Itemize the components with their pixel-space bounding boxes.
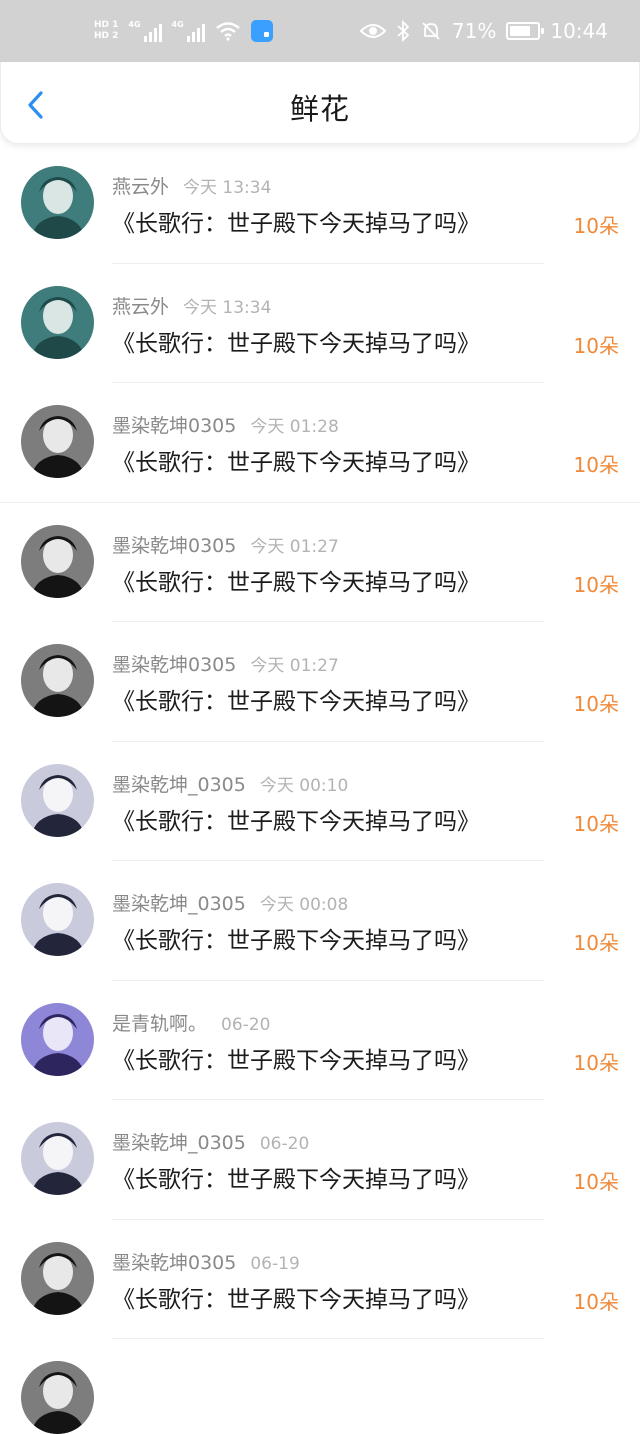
flower-amount: 10朵: [573, 214, 619, 238]
flower-amount: 10朵: [573, 811, 619, 836]
gift-row[interactable]: 是青轨啊。 06-20 《长歌行：世子殿下今天掉马了吗》 10朵: [0, 981, 640, 1100]
battery-percent: 71%: [451, 19, 497, 43]
book-title: 《长歌行：世子殿下今天掉马了吗》: [112, 1047, 480, 1074]
book-title: 《长歌行：世子殿下今天掉马了吗》: [112, 330, 480, 357]
gift-row[interactable]: 墨染乾坤0305 今天 01:28 《长歌行：世子殿下今天掉马了吗》 10朵: [0, 383, 640, 503]
flower-amount: 10朵: [573, 692, 619, 716]
gift-time: 今天 00:08: [259, 895, 349, 915]
avatar[interactable]: [21, 1241, 94, 1315]
page-title: 鲜花: [289, 92, 350, 126]
username: 燕云外 今天 13:34: [112, 172, 271, 199]
avatar[interactable]: [21, 285, 94, 359]
book-title: 《长歌行：世子殿下今天掉马了吗》: [112, 928, 480, 954]
username: 墨染乾坤_0305 今天 00:10: [112, 770, 348, 797]
book-title: 《长歌行：世子殿下今天掉马了吗》: [112, 569, 480, 596]
flower-amount: 10朵: [573, 931, 619, 955]
book-title: 《长歌行：世子殿下今天掉马了吗》: [112, 1286, 480, 1313]
hd1-label: HD 1: [94, 20, 119, 30]
hd2-label: HD 2: [94, 31, 119, 41]
gift-list: 燕云外 今天 13:34 《长歌行：世子殿下今天掉马了吗》 10朵 燕云外 今天 13:3…: [0, 144, 640, 1434]
status-right: 71% 10:44: [359, 19, 608, 43]
username-text: 墨染乾坤_0305: [112, 773, 246, 796]
flower-amount: 10朵: [573, 1050, 619, 1075]
net1-label: 4G: [128, 20, 141, 29]
username-text: 墨染乾坤0305: [112, 415, 237, 437]
book-title: 《长歌行：世子殿下今天掉马了吗》: [112, 689, 480, 715]
avatar[interactable]: [21, 883, 94, 956]
nav-bar: 鲜花: [0, 62, 640, 144]
gift-row-partial[interactable]: [0, 1339, 640, 1434]
gift-time: 今天 01:27: [250, 536, 339, 557]
avatar[interactable]: [21, 524, 94, 598]
net2-label: 4G: [171, 20, 184, 29]
mute-bell-icon: [422, 22, 440, 40]
flower-amount: 10朵: [573, 453, 619, 477]
gift-time: 06-19: [250, 1253, 300, 1274]
avatar[interactable]: [21, 1122, 94, 1195]
username: 墨染乾坤_0305 06-20: [112, 1128, 309, 1155]
signal-icon: 4G: [128, 20, 162, 42]
gift-row[interactable]: 燕云外 今天 13:34 《长歌行：世子殿下今天掉马了吗》 10朵: [0, 144, 640, 264]
gift-time: 今天 01:27: [250, 656, 339, 676]
gift-row[interactable]: 墨染乾坤0305 06-19 《长歌行：世子殿下今天掉马了吗》 10朵: [0, 1220, 640, 1339]
flower-amount: 10朵: [573, 1289, 619, 1314]
battery-icon: [506, 22, 545, 40]
book-title: 《长歌行：世子殿下今天掉马了吗》: [112, 1167, 480, 1193]
hd-indicator: HD 1 HD 2: [94, 20, 118, 42]
status-left: HD 1 HD 2 4G 4G: [94, 20, 273, 42]
flower-amount: 10朵: [573, 572, 619, 597]
gift-row[interactable]: 墨染乾坤_0305 06-20 《长歌行：世子殿下今天掉马了吗》 10朵: [0, 1100, 640, 1220]
signal-icon-2: 4G: [172, 20, 205, 42]
gift-row[interactable]: 墨染乾坤_0305 今天 00:10 《长歌行：世子殿下今天掉马了吗》 10朵: [0, 742, 640, 861]
book-title: 《长歌行：世子殿下今天掉马了吗》: [112, 211, 480, 237]
avatar[interactable]: [21, 166, 94, 239]
avatar[interactable]: [21, 644, 94, 717]
flower-amount: 10朵: [573, 1170, 619, 1194]
gift-time: 今天 13:34: [183, 297, 272, 318]
username: 墨染乾坤0305 今天 01:27: [112, 531, 339, 558]
gift-time: 今天 01:28: [250, 417, 339, 437]
avatar[interactable]: [21, 405, 94, 478]
gift-row[interactable]: 墨染乾坤0305 今天 01:27 《长歌行：世子殿下今天掉马了吗》 10朵: [0, 622, 640, 742]
clock: 10:44: [550, 19, 608, 43]
gift-row[interactable]: 燕云外 今天 13:34 《长歌行：世子殿下今天掉马了吗》 10朵: [0, 264, 640, 383]
username: 墨染乾坤0305 06-19: [112, 1248, 300, 1275]
app-notification-icon: [250, 20, 273, 42]
avatar[interactable]: [21, 1361, 94, 1434]
gift-row[interactable]: 墨染乾坤_0305 今天 00:08 《长歌行：世子殿下今天掉马了吗》 10朵: [0, 861, 640, 981]
wifi-icon: [215, 22, 240, 41]
username-text: 燕云外: [112, 295, 170, 318]
username: 是青轨啊。 06-20: [112, 1009, 270, 1036]
username: 燕云外 今天 13:34: [112, 292, 271, 319]
bluetooth-icon: [397, 20, 410, 42]
username-text: 墨染乾坤0305: [112, 654, 237, 676]
gift-time: 06-20: [259, 1134, 310, 1154]
username-text: 墨染乾坤0305: [112, 534, 237, 557]
gift-time: 06-20: [221, 1014, 271, 1035]
status-bar: HD 1 HD 2 4G 4G 71% 10:44: [0, 0, 640, 62]
username: 墨染乾坤0305 今天 01:27: [112, 650, 339, 677]
username-text: 墨染乾坤_0305: [112, 1132, 246, 1154]
flower-amount: 10朵: [573, 333, 619, 358]
username: 墨染乾坤_0305 今天 00:08: [112, 889, 348, 916]
book-title: 《长歌行：世子殿下今天掉马了吗》: [112, 450, 480, 476]
gift-time: 今天 13:34: [183, 178, 272, 198]
gift-row[interactable]: 墨染乾坤0305 今天 01:27 《长歌行：世子殿下今天掉马了吗》 10朵: [0, 503, 640, 622]
username-text: 燕云外: [112, 176, 170, 198]
book-title: 《长歌行：世子殿下今天掉马了吗》: [112, 808, 480, 835]
gift-time: 今天 00:10: [259, 775, 349, 796]
username: 墨染乾坤0305 今天 01:28: [112, 411, 339, 438]
username-text: 墨染乾坤_0305: [112, 893, 246, 915]
eye-icon: [359, 24, 386, 38]
avatar[interactable]: [21, 763, 94, 837]
username-text: 墨染乾坤0305: [112, 1251, 237, 1274]
username-text: 是青轨啊。: [112, 1012, 208, 1035]
avatar[interactable]: [21, 1002, 94, 1076]
